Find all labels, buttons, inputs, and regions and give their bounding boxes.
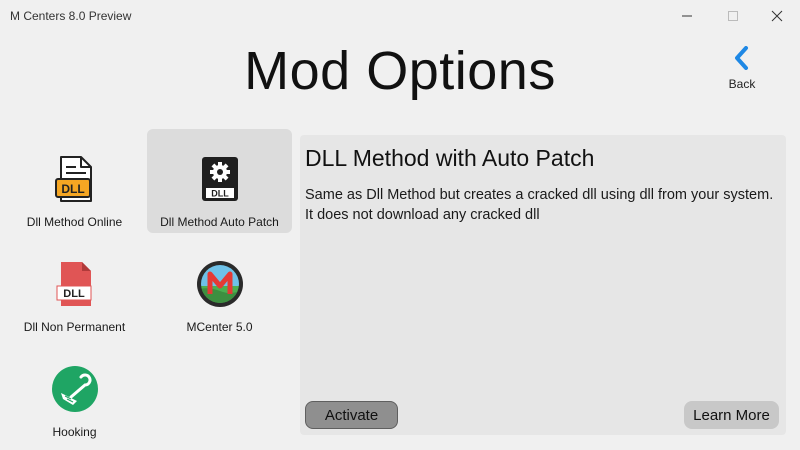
detail-panel: DLL Method with Auto Patch Same as Dll M… bbox=[300, 135, 786, 435]
dll-red-file-icon: DLL bbox=[56, 262, 91, 306]
method-dll-auto-patch[interactable]: DLL Dll Method Auto Patch bbox=[147, 129, 292, 233]
detail-description: Same as Dll Method but creates a cracked… bbox=[305, 187, 774, 223]
mcenter-logo-icon bbox=[196, 261, 243, 307]
method-label: Dll Non Permanent bbox=[23, 320, 126, 334]
minimize-icon bbox=[682, 15, 692, 17]
method-mcenter-5[interactable]: MCenter 5.0 bbox=[147, 234, 292, 338]
detail-title: DLL Method with Auto Patch bbox=[305, 145, 595, 171]
minimize-button[interactable] bbox=[664, 0, 710, 32]
method-dll-online[interactable]: DLL Dll Method Online bbox=[2, 129, 147, 233]
close-icon bbox=[771, 10, 783, 22]
page-title: Mod Options bbox=[244, 41, 556, 101]
method-label: MCenter 5.0 bbox=[186, 320, 253, 334]
method-label: Hooking bbox=[52, 425, 97, 439]
svg-text:DLL: DLL bbox=[211, 189, 229, 199]
back-button[interactable]: Back bbox=[722, 46, 762, 96]
dll-gear-icon: DLL bbox=[201, 157, 238, 201]
title-bar: M Centers 8.0 Preview bbox=[0, 0, 800, 32]
close-button[interactable] bbox=[754, 0, 800, 32]
maximize-button[interactable] bbox=[710, 0, 756, 32]
back-label: Back bbox=[728, 77, 756, 91]
window-title: M Centers 8.0 Preview bbox=[10, 9, 132, 23]
method-dll-non-permanent[interactable]: DLL Dll Non Permanent bbox=[2, 234, 147, 338]
svg-text:DLL: DLL bbox=[63, 288, 85, 300]
method-hooking[interactable]: Hooking bbox=[2, 339, 147, 443]
maximize-icon bbox=[728, 11, 738, 21]
chevron-left-icon bbox=[735, 46, 748, 70]
activate-button[interactable]: Activate bbox=[305, 401, 398, 429]
hook-icon bbox=[51, 366, 98, 412]
dll-file-icon: DLL bbox=[54, 156, 92, 202]
method-label: Dll Method Auto Patch bbox=[160, 215, 279, 229]
method-label: Dll Method Online bbox=[26, 215, 123, 229]
svg-text:DLL: DLL bbox=[61, 182, 84, 196]
learn-more-button[interactable]: Learn More bbox=[684, 401, 779, 429]
